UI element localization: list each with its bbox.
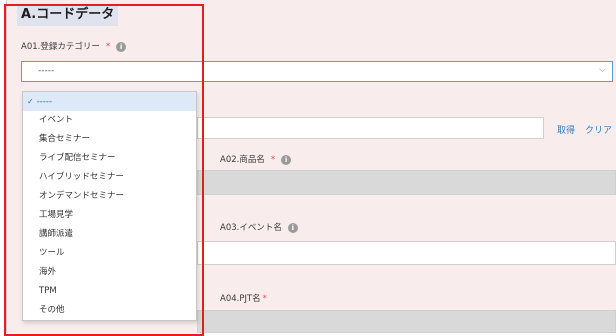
- a02-label-row: A02.商品名 * i: [220, 153, 292, 165]
- a02-label: A02.商品名: [220, 155, 265, 165]
- a01-category-select[interactable]: ----- ⌵: [21, 61, 613, 82]
- a03-event-name-input[interactable]: [197, 241, 616, 265]
- chevron-down-icon[interactable]: ⌵: [599, 65, 606, 75]
- a01-info-icon[interactable]: i: [116, 41, 127, 52]
- dropdown-option[interactable]: イベント: [23, 111, 196, 130]
- dropdown-option[interactable]: ライブ配信セミナー: [23, 149, 196, 168]
- a03-label: A03.イベント名: [220, 223, 282, 233]
- a04-label-row: A04.PJT名 *: [220, 292, 267, 304]
- code-search-input[interactable]: [197, 117, 544, 139]
- dropdown-option[interactable]: ハイブリッドセミナー: [23, 168, 196, 187]
- a04-label: A04.PJT名: [220, 294, 261, 304]
- a04-pjt-name-input[interactable]: [197, 310, 616, 333]
- dropdown-option[interactable]: TPM: [23, 282, 196, 301]
- dropdown-option[interactable]: オンデマンドセミナー: [23, 187, 196, 206]
- a01-select-value: -----: [38, 66, 55, 76]
- a02-required-mark: *: [270, 155, 276, 165]
- dropdown-option[interactable]: ✓ -----: [23, 92, 196, 111]
- a04-required-mark: *: [262, 294, 267, 304]
- a03-label-row: A03.イベント名 i: [220, 221, 298, 233]
- dropdown-option[interactable]: 集合セミナー: [23, 130, 196, 149]
- a02-product-name-input[interactable]: [197, 170, 616, 195]
- a01-label-row: A01.登録カテゴリー * i: [21, 40, 127, 52]
- check-icon: ✓: [27, 97, 34, 106]
- dropdown-option[interactable]: 海外: [23, 263, 196, 282]
- dropdown-option[interactable]: 講師派遣: [23, 225, 196, 244]
- section-title: A.コードデータ: [17, 4, 119, 26]
- a01-label: A01.登録カテゴリー: [21, 42, 100, 52]
- category-dropdown-list: ✓ ----- イベント 集合セミナー ライブ配信セミナー ハイブリッドセミナー …: [22, 91, 197, 321]
- clear-link[interactable]: クリア: [585, 123, 612, 136]
- a02-info-icon[interactable]: i: [281, 154, 292, 165]
- a03-info-icon[interactable]: i: [287, 222, 298, 233]
- a01-required-mark: *: [105, 42, 111, 52]
- dropdown-option[interactable]: その他: [23, 301, 196, 320]
- dropdown-option[interactable]: 工場見学: [23, 206, 196, 225]
- dropdown-option[interactable]: ツール: [23, 244, 196, 263]
- get-link[interactable]: 取得: [557, 123, 575, 136]
